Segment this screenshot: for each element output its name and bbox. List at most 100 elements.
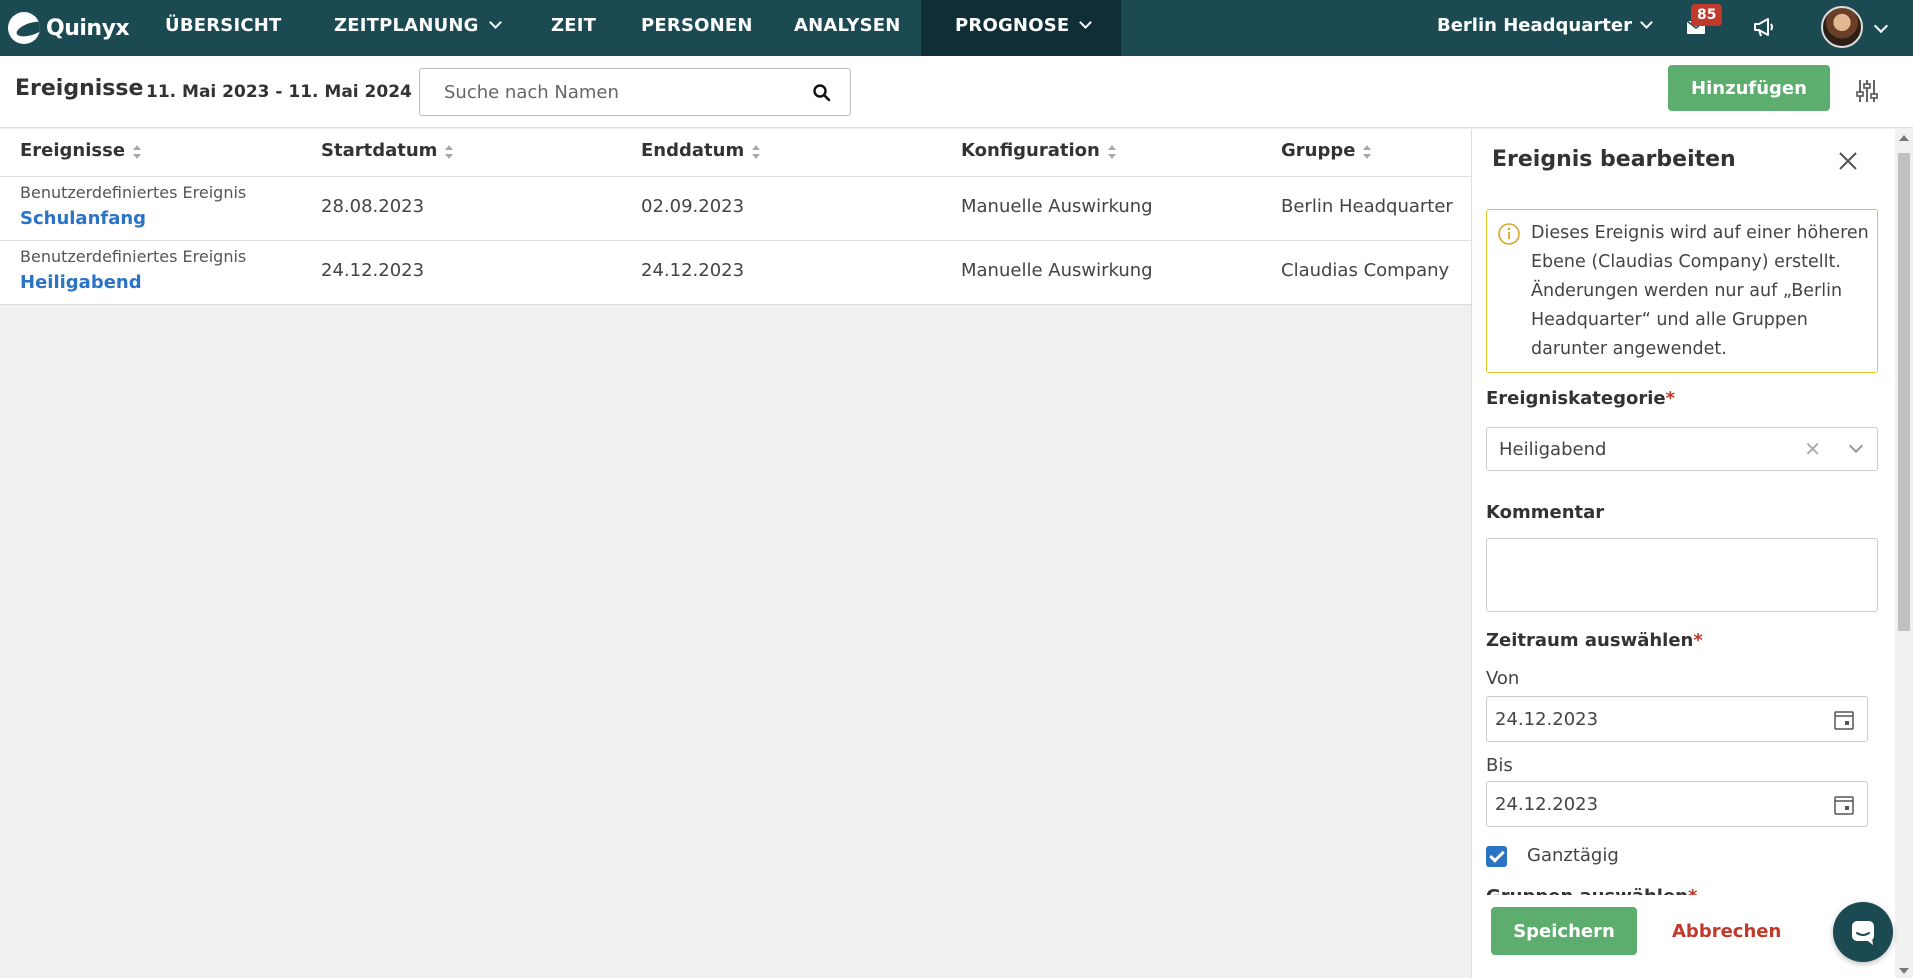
group: Claudias Company [1281, 260, 1450, 281]
chevron-down-icon [1640, 16, 1653, 29]
events-table: Ereignisse Startdatum Enddatum Konfigura… [0, 129, 1471, 305]
info-notice: Dieses Ereignis wird auf einer höheren E… [1486, 209, 1878, 373]
from-label: Von [1486, 668, 1520, 689]
configuration: Manuelle Auswirkung [961, 260, 1153, 281]
nav-time-label: ZEIT [551, 15, 597, 36]
from-date-field[interactable]: 24.12.2023 [1486, 696, 1868, 742]
to-date-field[interactable]: 24.12.2023 [1486, 781, 1868, 827]
column-header-label: Konfiguration [961, 140, 1100, 161]
column-header-events[interactable]: Ereignisse [20, 140, 142, 161]
nav-scheduling[interactable]: ZEITPLANUNG [334, 0, 502, 56]
unit-selector[interactable]: Berlin Headquarter [1437, 0, 1653, 56]
nav-people-label: PERSONEN [641, 15, 753, 36]
save-button[interactable]: Speichern [1491, 907, 1637, 955]
top-navigation-bar: Quinyx ÜBERSICHT ZEITPLANUNG ZEIT PERSON… [0, 0, 1913, 56]
all-day-label: Ganztägig [1527, 845, 1619, 866]
required-mark: * [1693, 630, 1703, 651]
to-label: Bis [1486, 755, 1513, 776]
nav-forecast-label: PROGNOSE [955, 15, 1070, 36]
to-date-value: 24.12.2023 [1495, 794, 1599, 815]
group: Berlin Headquarter [1281, 196, 1453, 217]
category-select[interactable]: Heiligabend ✕ [1486, 427, 1878, 471]
table-row[interactable]: Benutzerdefiniertes Ereignis Heiligabend… [0, 241, 1471, 305]
column-header-label: Gruppe [1281, 140, 1356, 161]
category-label-text: Ereigniskategorie [1486, 388, 1666, 409]
calendar-icon[interactable] [1833, 794, 1855, 816]
period-label-text: Zeitraum auswählen [1486, 630, 1694, 651]
chevron-down-icon [1079, 16, 1093, 29]
column-header-label: Enddatum [641, 140, 745, 161]
scrollbar[interactable] [1895, 129, 1913, 978]
megaphone-icon[interactable] [1751, 14, 1777, 40]
sort-icon [445, 145, 454, 159]
logo-text: Quinyx [46, 15, 130, 41]
chevron-down-icon[interactable] [1848, 438, 1864, 454]
scroll-up-arrow-icon[interactable] [1899, 135, 1909, 141]
sort-icon [1107, 145, 1116, 159]
category-label: Ereigniskategorie* [1486, 388, 1675, 409]
configuration: Manuelle Auswirkung [961, 196, 1153, 217]
start-date: 24.12.2023 [321, 260, 425, 281]
event-name-link[interactable]: Schulanfang [20, 208, 146, 229]
calendar-icon[interactable] [1833, 709, 1855, 731]
column-header-group[interactable]: Gruppe [1281, 140, 1372, 161]
comment-label: Kommentar [1486, 502, 1605, 523]
column-header-end[interactable]: Enddatum [641, 140, 761, 161]
page-title: Ereignisse [15, 76, 144, 101]
nav-time[interactable]: ZEIT [551, 0, 596, 56]
start-date: 28.08.2023 [321, 196, 425, 217]
nav-forecast[interactable]: PROGNOSE [921, 0, 1121, 56]
info-text: Dieses Ereignis wird auf einer höheren E… [1531, 223, 1869, 359]
nav-people[interactable]: PERSONEN [641, 0, 753, 56]
category-value: Heiligabend [1499, 439, 1607, 460]
column-header-start[interactable]: Startdatum [321, 140, 454, 161]
scroll-thumb[interactable] [1898, 153, 1910, 631]
search-box [419, 68, 851, 116]
chevron-down-icon [488, 16, 502, 29]
search-input[interactable] [444, 69, 814, 115]
end-date: 24.12.2023 [641, 260, 745, 281]
required-mark: * [1665, 388, 1675, 409]
search-icon[interactable] [812, 83, 832, 103]
quinyx-logo[interactable]: Quinyx [8, 12, 130, 44]
groups-label-text: Gruppen auswählen [1486, 886, 1688, 895]
clear-icon[interactable]: ✕ [1804, 437, 1821, 461]
panel-title: Ereignis bearbeiten [1492, 147, 1736, 172]
period-label: Zeitraum auswählen* [1486, 630, 1703, 651]
groups-label: Gruppen auswählen* [1486, 886, 1697, 895]
all-day-checkbox[interactable] [1486, 846, 1507, 867]
info-icon [1498, 223, 1520, 245]
cancel-button[interactable]: Abbrechen [1672, 907, 1781, 955]
unit-selector-label: Berlin Headquarter [1437, 15, 1632, 36]
event-type: Benutzerdefiniertes Ereignis [20, 183, 247, 202]
panel-footer: Speichern Abbrechen [1472, 895, 1895, 978]
quinyx-logo-icon [8, 12, 40, 44]
table-row[interactable]: Benutzerdefiniertes Ereignis Schulanfang… [0, 177, 1471, 241]
sort-icon [1363, 145, 1372, 159]
add-button[interactable]: Hinzufügen [1668, 65, 1830, 111]
edit-event-panel: Ereignis bearbeiten Dieses Ereignis wird… [1471, 129, 1895, 978]
notification-badge: 85 [1691, 4, 1723, 26]
column-header-label: Startdatum [321, 140, 438, 161]
scroll-down-arrow-icon[interactable] [1899, 968, 1909, 974]
user-avatar[interactable] [1821, 6, 1863, 48]
column-header-label: Ereignisse [20, 140, 126, 161]
nav-analytics[interactable]: ANALYSEN [794, 0, 901, 56]
end-date: 02.09.2023 [641, 196, 745, 217]
chat-button[interactable] [1833, 902, 1893, 962]
required-mark: * [1688, 886, 1697, 895]
date-range[interactable]: 11. Mai 2023 - 11. Mai 2024 [146, 82, 412, 102]
nav-analytics-label: ANALYSEN [794, 15, 901, 36]
close-icon[interactable] [1836, 149, 1860, 173]
chevron-down-icon[interactable] [1873, 18, 1889, 34]
page-header: Ereignisse 11. Mai 2023 - 11. Mai 2024 H… [0, 56, 1913, 128]
event-name-link[interactable]: Heiligabend [20, 272, 142, 293]
column-header-configuration[interactable]: Konfiguration [961, 140, 1116, 161]
nav-scheduling-label: ZEITPLANUNG [334, 15, 479, 36]
sort-icon [752, 145, 761, 159]
nav-overview[interactable]: ÜBERSICHT [165, 0, 282, 56]
chat-icon [1852, 921, 1874, 945]
filter-settings-icon[interactable] [1855, 78, 1879, 104]
event-type: Benutzerdefiniertes Ereignis [20, 247, 247, 266]
comment-field[interactable] [1486, 538, 1878, 612]
